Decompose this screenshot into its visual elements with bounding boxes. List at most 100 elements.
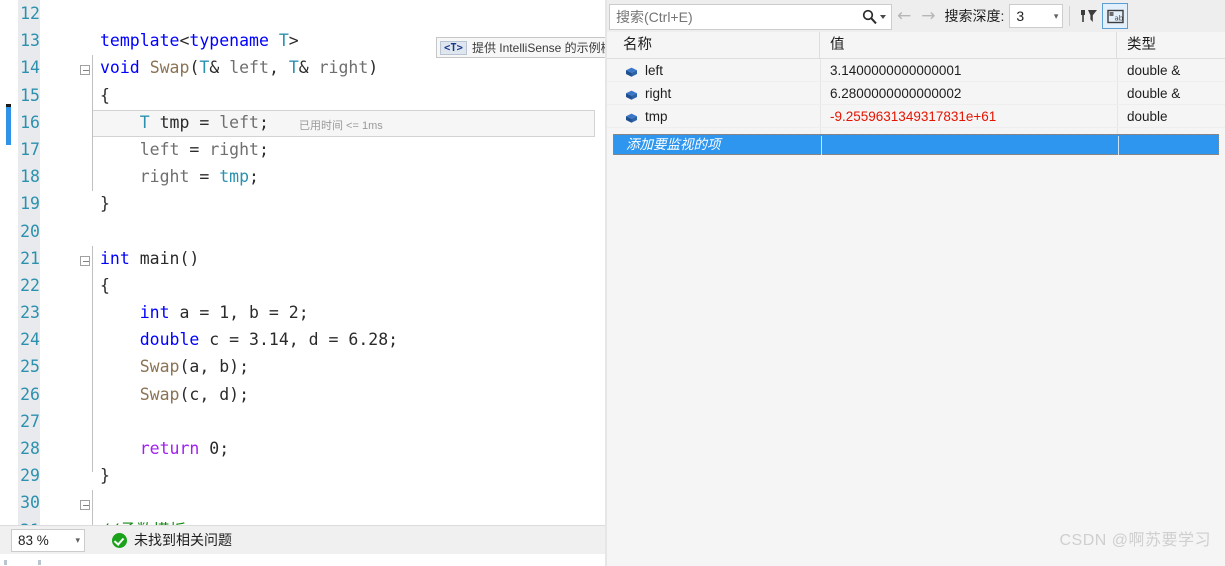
table-row[interactable]: tmp -9.2559631349317831e+61 double [607,105,1225,128]
line-number: 20 [20,221,40,241]
code-line[interactable]: 18 right = tmp; [20,163,605,190]
search-previous-icon[interactable]: ← [892,7,916,25]
column-header-type[interactable]: 类型 [1117,32,1225,59]
code-lines-container[interactable]: 12 13 template<typename T> 14 void Swap(T& l… [20,0,605,525]
line-number: 22 [20,275,40,295]
code-editor-pane[interactable]: 12 13 template<typename T> 14 void Swap(T& l… [0,0,605,525]
code-text: } [100,462,110,489]
code-line[interactable]: 24 double c = 3.14, d = 6.28; [20,326,605,353]
add-watch-placeholder[interactable]: 添加要监视的项 [614,135,821,154]
search-depth-combobox[interactable]: 3 ▾ [1009,4,1064,28]
search-depth-label: 搜索深度: [944,8,1005,24]
search-input[interactable] [616,8,861,25]
code-line[interactable]: 27 [20,408,605,435]
code-token: , d = [288,330,349,350]
code-text: T tmp = left; [100,109,269,136]
code-token: T [139,112,150,132]
code-token: = [189,112,220,132]
perf-tip: 已用时间 <= 1ms [299,120,383,132]
code-text: left = right; [100,136,269,163]
code-token: & [209,58,230,78]
line-number: 16 [20,112,40,132]
code-line[interactable]: 30 [20,489,605,516]
code-token: (c, d); [179,384,250,404]
table-row[interactable]: left 3.1400000000000001 double & [607,59,1225,82]
code-line[interactable]: 28 return 0; [20,435,605,462]
watch-cell-value[interactable]: 3.1400000000000001 [820,59,1117,82]
watch-cell-name[interactable]: right [607,82,820,105]
watch-cell-name[interactable]: left [607,59,820,82]
code-token: (a, b); [179,357,250,377]
code-line[interactable]: 22 { [20,272,605,299]
code-line[interactable]: 14 void Swap(T& left, T& right) [20,54,605,81]
template-hint-badge: <T> [440,40,467,55]
code-line[interactable]: 12 [20,0,605,27]
code-token: = [189,167,220,187]
zoom-level-combobox[interactable]: 83 % ▾ [11,528,85,552]
code-line[interactable]: 21 int main() [20,245,605,272]
code-token: , [268,58,289,78]
code-line[interactable]: 20 [20,218,605,245]
code-line[interactable]: 29} [20,462,605,489]
code-text: return 0; [100,435,229,462]
code-token: ; [259,112,269,132]
code-token: T [278,31,289,51]
column-header-name[interactable]: 名称 [613,32,820,59]
line-number: 14 [20,58,40,78]
code-line[interactable]: 15 { [20,82,605,109]
code-line[interactable]: 19} [20,190,605,217]
search-options-caret-icon[interactable] [880,14,886,19]
code-token: a = [169,303,220,323]
line-number: 29 [20,466,40,486]
code-token: 1 [219,303,230,323]
code-token: right [139,167,190,187]
watch-cell-value[interactable]: -9.2559631349317831e+61 [820,105,1117,128]
code-token: Swap [139,357,180,377]
code-token: } [100,466,110,486]
watch-toolbar: ← → 搜索深度: 3 ▾ ab [607,0,1225,32]
code-token: Swap [149,58,190,78]
code-token: left [229,58,269,78]
code-text: void Swap(T& left, T& right) [100,54,378,81]
code-surface[interactable]: 12 13 template<typename T> 14 void Swap(T& l… [20,0,605,525]
watch-cell-value[interactable]: 6.2800000000000002 [820,82,1117,105]
bottom-mark-right [38,560,41,565]
chevron-down-icon: ▾ [75,534,80,545]
toolbar-separator [1069,6,1071,26]
code-token: 3.14 [249,330,289,350]
code-text: int a = 1, b = 2; [100,299,309,326]
watch-cell-type[interactable]: double & [1117,82,1225,105]
code-line[interactable]: 31//函数模板 [20,517,605,525]
line-number: 17 [20,139,40,159]
code-token: tmp [159,112,190,132]
code-token: & [298,58,319,78]
watch-cell-name[interactable]: tmp [607,105,820,128]
table-row[interactable]: right 6.2800000000000002 double & [607,82,1225,105]
column-header-value[interactable]: 值 [820,32,1117,59]
code-line[interactable]: 26 Swap(c, d); [20,381,605,408]
pin-filter-button[interactable] [1076,3,1102,29]
status-message-text: 未找到相关问题 [134,532,232,548]
search-icon-group[interactable] [861,8,891,25]
code-token: { [100,275,110,295]
code-token: right [209,139,259,159]
watch-cell-type[interactable]: double & [1117,59,1225,82]
search-next-icon[interactable]: → [916,7,940,25]
code-line[interactable]: 17 left = right; [20,136,605,163]
code-token: Swap [139,384,180,404]
code-line[interactable]: 25 Swap(a, b); [20,353,605,380]
code-token: ; [258,139,269,159]
hex-display-button[interactable]: ab [1102,3,1129,29]
code-token: void [100,58,140,78]
add-watch-row[interactable]: 添加要监视的项 [613,134,1219,155]
line-number: 23 [20,303,40,323]
watch-search-box[interactable] [609,3,892,30]
code-token: , b = [229,303,289,323]
watch-cell-type[interactable]: double [1117,105,1225,128]
code-line[interactable]: 23 int a = 1, b = 2; [20,299,605,326]
